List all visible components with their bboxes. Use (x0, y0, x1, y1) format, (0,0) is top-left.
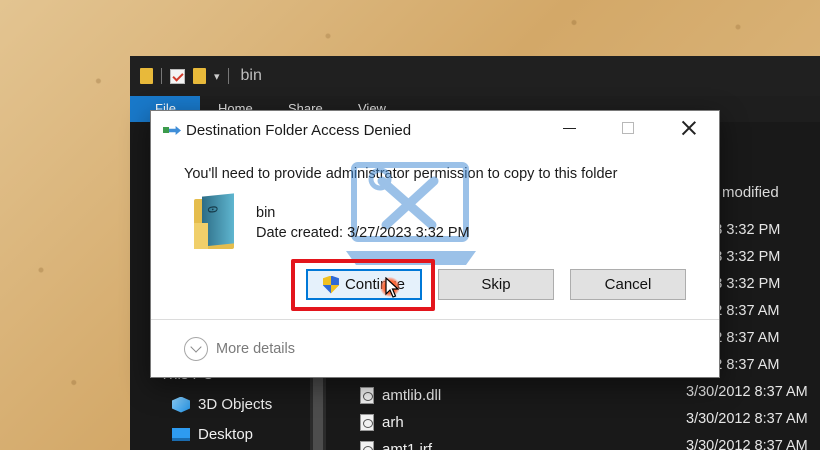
dialog-divider (151, 319, 719, 320)
titlebar-divider (161, 68, 162, 84)
item-name: bin (256, 205, 276, 221)
cancel-button[interactable]: Cancel (570, 269, 686, 300)
file-name: amt1.irf (382, 441, 433, 450)
dll-file-icon (360, 387, 374, 404)
file-date: 3/30/2012 8:37 AM (686, 384, 808, 400)
sidebar-item-label: Desktop (198, 426, 254, 443)
chevron-down-icon (184, 337, 208, 361)
maximize-icon (622, 122, 634, 134)
file-icon (360, 441, 374, 450)
more-details-label: More details (216, 341, 295, 357)
new-folder-icon[interactable] (193, 68, 206, 84)
access-denied-dialog: Destination Folder Access Denied You'll … (150, 110, 720, 378)
3d-objects-icon (172, 396, 190, 413)
mouse-pointer-icon (385, 276, 400, 299)
file-row[interactable]: arh (360, 414, 404, 431)
file-date: 3/30/2012 8:37 AM (686, 438, 808, 450)
more-details-toggle[interactable]: More details (184, 337, 295, 361)
close-button[interactable] (669, 111, 709, 145)
folder-icon (140, 68, 153, 84)
file-row[interactable]: amt1.irf (360, 441, 432, 450)
sidebar-item-label: 3D Objects (198, 396, 273, 413)
minimize-icon (562, 127, 576, 129)
highlight-box (291, 259, 435, 311)
titlebar-divider (227, 68, 229, 84)
skip-button-label: Skip (481, 276, 511, 293)
cancel-button-label: Cancel (604, 276, 652, 293)
maximize-button (608, 111, 648, 145)
close-icon (681, 120, 697, 136)
sidebar-item-desktop[interactable]: Desktop (172, 426, 253, 443)
explorer-titlebar: ▾ bin (130, 56, 820, 96)
properties-icon[interactable] (170, 68, 185, 84)
file-operation-icon (163, 125, 181, 137)
customize-toolbar-icon[interactable]: ▾ (214, 70, 220, 83)
file-name: amtlib.dll (382, 387, 442, 404)
minimize-button[interactable] (549, 111, 589, 145)
file-date: 3/30/2012 8:37 AM (686, 411, 808, 427)
file-row[interactable]: amtlib.dll (360, 387, 441, 404)
file-icon (360, 414, 374, 431)
file-name: arh (382, 414, 404, 431)
item-date-created: Date created: 3/27/2023 3:32 PM (256, 225, 470, 241)
sidebar-item-3d-objects[interactable]: 3D Objects (172, 396, 272, 413)
scrollbar-thumb[interactable] (313, 372, 323, 450)
dialog-title: Destination Folder Access Denied (186, 122, 412, 139)
folder-icon: 0 (194, 193, 238, 251)
window-title: bin (240, 67, 262, 84)
skip-button[interactable]: Skip (438, 269, 554, 300)
column-header-date-modified[interactable]: modified (722, 184, 779, 201)
desktop-icon (172, 428, 190, 441)
